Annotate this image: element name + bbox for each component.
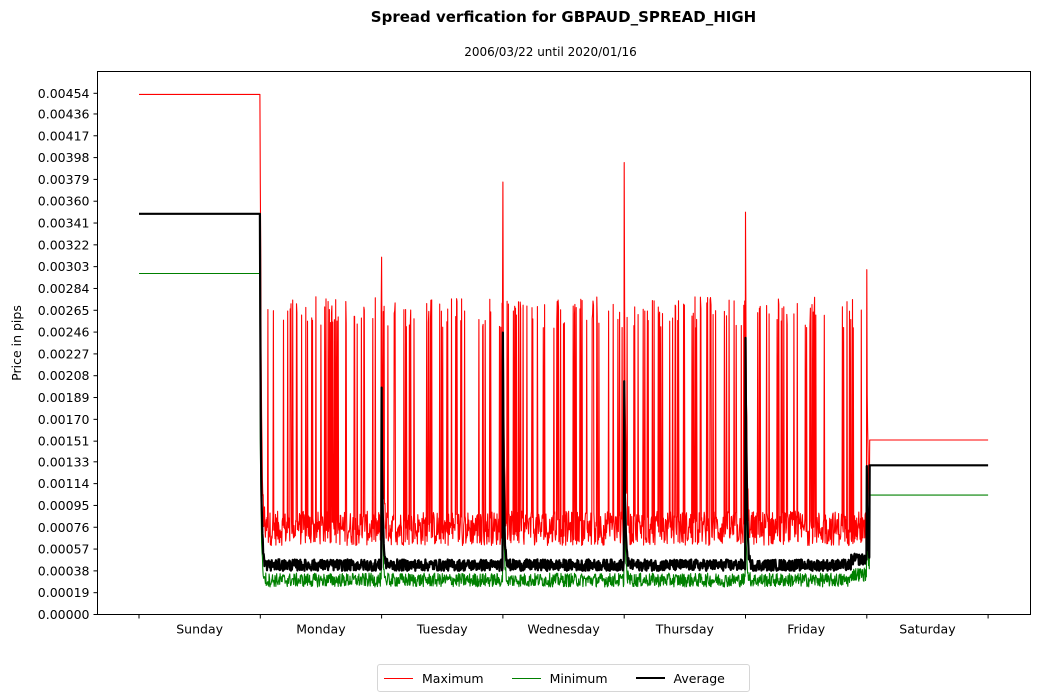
x-tick-label-monday: Monday	[296, 622, 346, 637]
series-line-maximum	[138, 93, 989, 547]
y-tick-label: 0.00208	[38, 368, 90, 383]
x-tick-label-saturday: Saturday	[899, 622, 956, 637]
y-tick-label: 0.00227	[38, 346, 90, 361]
y-axis-label: Price in pips	[9, 305, 24, 381]
y-tick-label: 0.00322	[38, 237, 90, 252]
y-tick-label: 0.00379	[38, 172, 90, 187]
legend-label-maximum: Maximum	[422, 670, 484, 686]
y-tick-label: 0.00038	[38, 563, 90, 578]
y-tick-label: 0.00189	[38, 390, 90, 405]
legend-item-average: Average	[635, 670, 725, 686]
legend-label-average: Average	[673, 670, 725, 686]
y-tick-label: 0.00000	[38, 607, 90, 622]
legend-item-maximum: Maximum	[384, 671, 484, 686]
y-tick-label: 0.00436	[38, 106, 90, 121]
legend-label-minimum: Minimum	[549, 670, 608, 686]
x-tick-label-wednesday: Wednesday	[527, 622, 600, 637]
x-tick-label-sunday: Sunday	[176, 622, 223, 637]
series-layer	[138, 93, 989, 588]
y-tick-label: 0.00057	[38, 542, 90, 557]
legend: Maximum Minimum Average	[377, 664, 750, 692]
y-tick-label: 0.00341	[38, 216, 90, 231]
y-tick-label: 0.00303	[38, 259, 90, 274]
legend-swatch-average	[635, 677, 665, 679]
y-tick-label: 0.00133	[38, 454, 90, 469]
y-tick-label: 0.00095	[38, 498, 90, 513]
x-tick-label-tuesday: Tuesday	[416, 622, 468, 637]
y-tick-label: 0.00170	[38, 412, 90, 427]
x-tick-label-friday: Friday	[787, 622, 825, 637]
x-axis: Sunday Monday Tuesday Wednesday Thursday Frid…	[138, 614, 989, 637]
y-tick-label: 0.00454	[38, 86, 90, 101]
y-tick-label: 0.00417	[38, 128, 90, 143]
legend-item-minimum: Minimum	[511, 670, 608, 686]
y-tick-label: 0.00151	[38, 434, 90, 449]
chart-canvas: 0.00000 0.00019 0.00038 0.00057 0.00076 0.000…	[9, 71, 1031, 637]
y-tick-label: 0.00076	[38, 520, 90, 535]
y-tick-label: 0.00398	[38, 150, 90, 165]
legend-swatch-maximum	[384, 677, 413, 679]
y-tick-label: 0.00246	[38, 325, 90, 340]
y-axis: 0.00000 0.00019 0.00038 0.00057 0.00076 0.000…	[38, 86, 98, 622]
y-tick-label: 0.00019	[38, 585, 90, 600]
y-tick-label: 0.00114	[38, 476, 90, 491]
legend-swatch-minimum	[511, 677, 541, 679]
x-tick-label-thursday: Thursday	[655, 622, 715, 637]
y-tick-label: 0.00265	[38, 303, 90, 318]
y-tick-label: 0.00284	[38, 281, 90, 296]
y-tick-label: 0.00360	[38, 194, 90, 209]
